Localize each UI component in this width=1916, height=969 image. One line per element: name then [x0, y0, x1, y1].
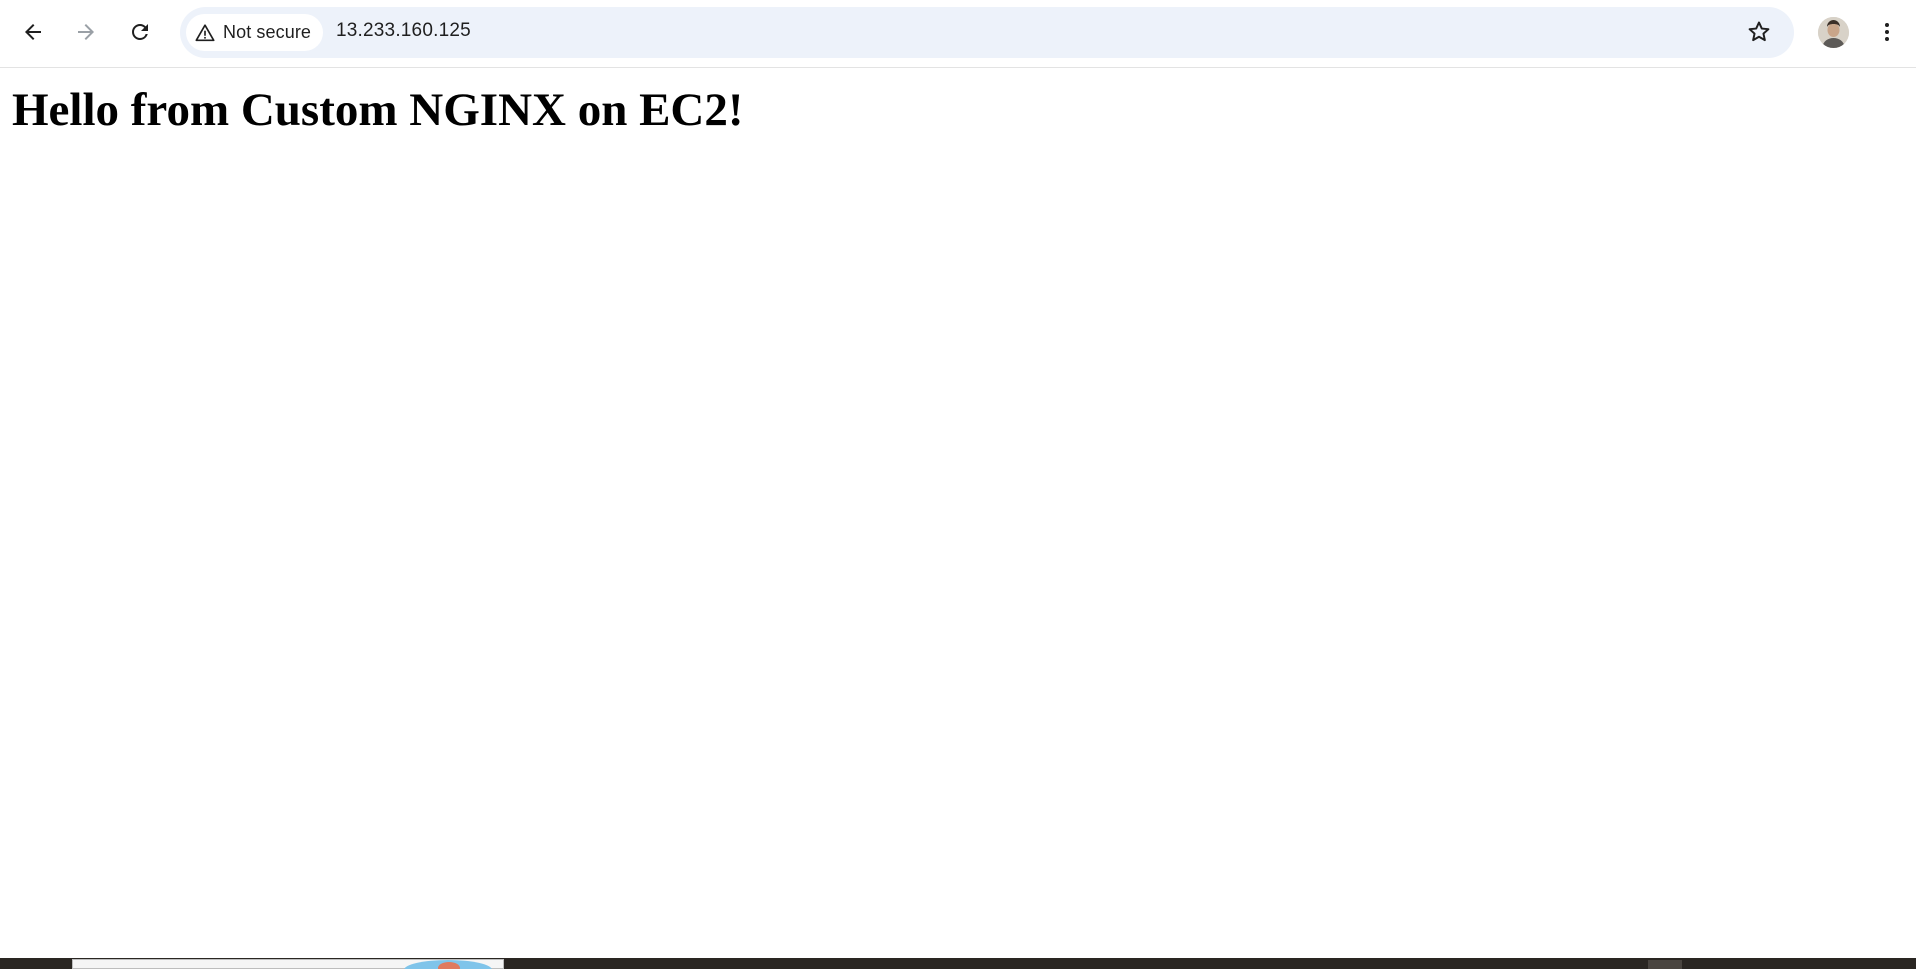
- browser-toolbar: Not secure 13.233.160.125: [0, 0, 1916, 68]
- url-text[interactable]: 13.233.160.125: [336, 20, 471, 42]
- page-content: Hello from Custom NGINX on EC2!: [0, 69, 1916, 959]
- avatar-image: [1818, 17, 1849, 48]
- taskbar-graphic-detail: [438, 962, 460, 969]
- reload-button[interactable]: [120, 12, 160, 52]
- address-bar[interactable]: Not secure 13.233.160.125: [180, 7, 1794, 58]
- forward-button[interactable]: [66, 12, 106, 52]
- taskbar: [0, 958, 1916, 969]
- star-outline-icon: [1748, 21, 1770, 42]
- security-label: Not secure: [223, 22, 312, 42]
- arrow-left-icon: [25, 24, 41, 40]
- taskbar-item[interactable]: [1648, 960, 1682, 969]
- profile-avatar[interactable]: [1818, 17, 1849, 48]
- page-heading: Hello from Custom NGINX on EC2!: [12, 84, 744, 136]
- arrow-right-icon: [78, 24, 94, 40]
- reload-icon: [132, 24, 148, 40]
- kebab-menu-icon: [1885, 23, 1889, 41]
- browser-menu-button[interactable]: [1872, 12, 1902, 52]
- warning-triangle-icon: [195, 23, 215, 41]
- bookmark-button[interactable]: [1740, 13, 1778, 51]
- security-indicator[interactable]: Not secure: [186, 14, 324, 51]
- back-button[interactable]: [13, 12, 53, 52]
